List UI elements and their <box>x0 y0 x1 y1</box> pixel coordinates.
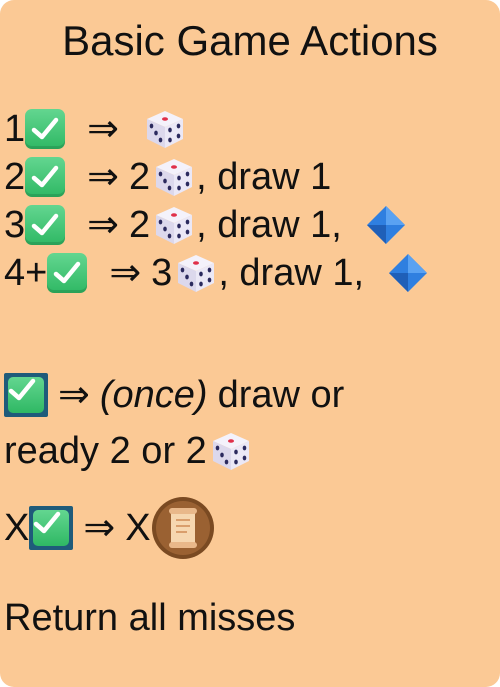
once-label: (once) <box>99 374 208 416</box>
success-count: 3 <box>4 204 26 246</box>
arrow: ⇒ <box>58 374 90 416</box>
arrow: ⇒ <box>83 507 116 549</box>
die-icon <box>150 203 196 247</box>
action-result: , draw 1 <box>196 156 332 198</box>
action-result: , draw 1, <box>196 204 342 246</box>
die-icon <box>172 251 218 295</box>
action-card: Basic Game Actions 1 ⇒ 2 ⇒ 2 , draw 1 3 … <box>0 0 500 687</box>
special-action-line-1: ⇒ (once) draw or <box>4 372 344 418</box>
green-check-icon <box>25 205 66 245</box>
dice-amount: 3 <box>151 252 173 294</box>
success-count: 1 <box>4 108 26 150</box>
arrow: ⇒ <box>87 156 119 198</box>
blue-diamond-icon <box>386 251 430 295</box>
scroll-icon <box>151 496 215 560</box>
action-row-1: 1 ⇒ <box>4 106 187 152</box>
action-row-3: 3 ⇒ 2 , draw 1, <box>4 202 408 248</box>
arrow: ⇒ <box>87 204 119 246</box>
framed-check-icon <box>4 373 48 417</box>
card-title: Basic Game Actions <box>62 17 438 64</box>
arrow: ⇒ <box>87 108 119 150</box>
die-icon <box>141 107 187 151</box>
framed-check-icon <box>29 506 74 550</box>
die-icon <box>150 155 196 199</box>
green-check-icon <box>25 157 66 197</box>
success-count: 2 <box>4 156 26 198</box>
x-action-row: X ⇒ X <box>4 496 215 560</box>
action-result: , draw 1, <box>218 252 365 294</box>
x-prefix: X <box>4 507 30 549</box>
action-row-2: 2 ⇒ 2 , draw 1 <box>4 154 331 200</box>
blue-diamond-icon <box>364 203 408 247</box>
action-row-4: 4+ ⇒ 3 , draw 1, <box>4 250 430 296</box>
green-check-icon <box>25 109 66 149</box>
x-result: X <box>125 507 151 549</box>
footer-rule: Return all misses <box>4 597 296 639</box>
special-result: draw or <box>217 374 345 416</box>
die-icon <box>207 429 253 473</box>
dice-amount: 2 <box>128 204 151 246</box>
arrow: ⇒ <box>109 252 142 294</box>
green-check-icon <box>47 253 88 293</box>
dice-amount: 2 <box>128 156 151 198</box>
special-action-line-2: ready 2 or 2 <box>4 428 253 474</box>
special-result-cont: ready 2 or 2 <box>4 430 207 472</box>
success-count: 4+ <box>4 252 48 294</box>
